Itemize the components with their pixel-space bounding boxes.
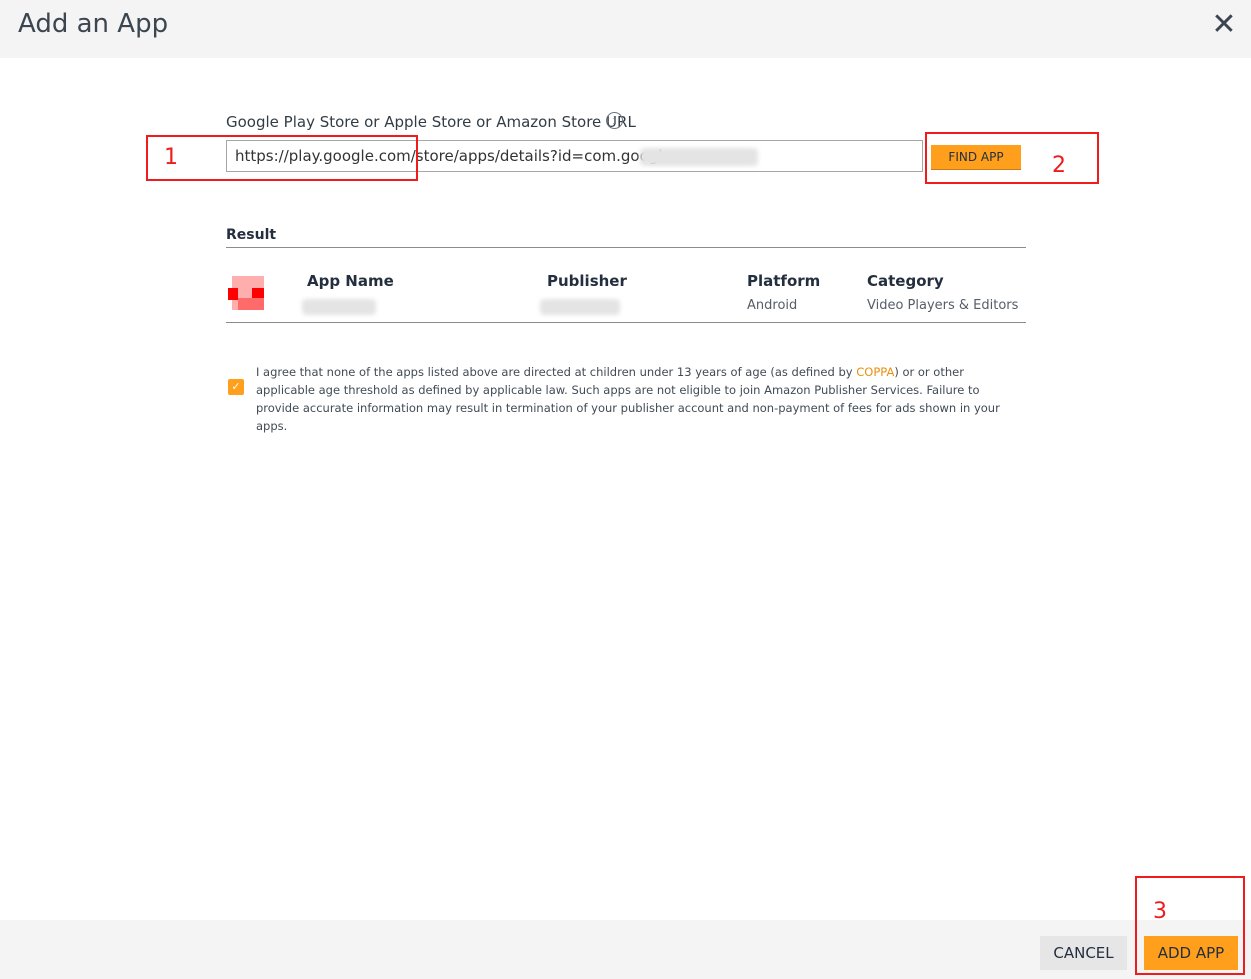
dialog-title: Add an App [18, 9, 169, 39]
column-header-category: Category [867, 272, 944, 290]
result-category: Video Players & Editors [867, 298, 1019, 313]
column-header-app-name: App Name [307, 272, 394, 290]
result-row-divider [226, 322, 1026, 323]
agreement-text-before: I agree that none of the apps listed abo… [256, 365, 857, 379]
dialog-header: Add an App ✕ [0, 0, 1251, 58]
agreement-checkbox[interactable]: ✓ [228, 379, 244, 395]
result-platform: Android [747, 298, 798, 313]
redacted-url-suffix [640, 148, 758, 166]
annotation-box-1 [146, 135, 418, 181]
column-header-platform: Platform [747, 272, 821, 290]
column-header-publisher: Publisher [547, 272, 627, 290]
annotation-number-3: 3 [1153, 899, 1167, 924]
annotation-box-2 [925, 132, 1099, 184]
url-field-label: Google Play Store or Apple Store or Amaz… [226, 113, 636, 131]
close-icon[interactable]: ✕ [1211, 10, 1237, 40]
app-icon [228, 276, 268, 310]
redacted-app-name [302, 299, 376, 315]
coppa-link[interactable]: COPPA [856, 365, 894, 379]
result-divider [226, 247, 1026, 248]
agreement-text: I agree that none of the apps listed abo… [256, 363, 1026, 435]
annotation-number-2: 2 [1052, 153, 1066, 178]
result-heading: Result [226, 227, 277, 243]
redacted-publisher [540, 299, 620, 315]
cancel-button[interactable]: CANCEL [1040, 936, 1127, 970]
annotation-number-1: 1 [164, 145, 178, 170]
info-icon[interactable]: i [606, 112, 623, 129]
annotation-box-3 [1135, 876, 1245, 975]
